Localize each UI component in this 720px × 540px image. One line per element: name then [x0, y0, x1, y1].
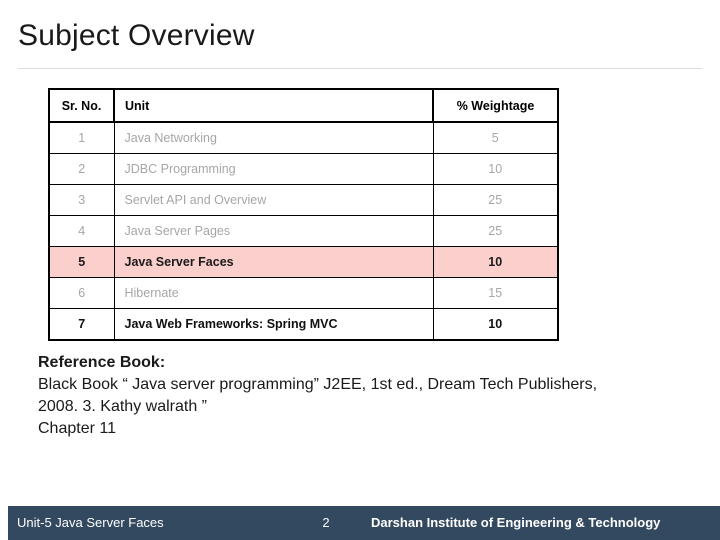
table-header-row: Sr. No. Unit % Weightage [48, 88, 559, 123]
subject-overview-table: Sr. No. Unit % Weightage 1 Java Networkin… [48, 88, 559, 341]
column-header-sr-no: Sr. No. [48, 88, 115, 123]
cell-unit-name: Java Server Faces [113, 246, 434, 278]
cell-weightage: 10 [432, 153, 559, 185]
column-header-weightage: % Weightage [432, 88, 559, 123]
cell-weightage: 15 [432, 277, 559, 309]
cell-weightage: 10 [432, 308, 559, 341]
cell-sr-no: 2 [48, 153, 115, 185]
reference-line-2: 2008. 3. Kathy walrath ” [38, 398, 207, 415]
cell-unit-name: Java Networking [113, 121, 434, 154]
cell-weightage: 5 [432, 121, 559, 154]
footer-page-number: 2 [322, 515, 330, 530]
table-row: 2 JDBC Programming 10 [48, 153, 559, 185]
cell-unit-name: Servlet API and Overview [113, 184, 434, 216]
cell-sr-no: 3 [48, 184, 115, 216]
table-row: 6 Hibernate 15 [48, 277, 559, 309]
cell-sr-no: 4 [48, 215, 115, 247]
cell-unit-name: Java Web Frameworks: Spring MVC [113, 308, 434, 341]
table-body: 1 Java Networking 5 2 JDBC Programming 10 3 Ser… [48, 121, 559, 341]
table-row: 7 Java Web Frameworks: Spring MVC 10 [48, 308, 559, 341]
cell-weightage: 25 [432, 184, 559, 216]
column-header-unit: Unit [113, 88, 434, 123]
cell-sr-no: 6 [48, 277, 115, 309]
table-row: 3 Servlet API and Overview 25 [48, 184, 559, 216]
cell-unit-name: Hibernate [113, 277, 434, 309]
table-row: 5 Java Server Faces 10 [48, 246, 559, 278]
reference-heading: Reference Book: [38, 354, 166, 371]
cell-sr-no: 5 [48, 246, 115, 278]
cell-sr-no: 1 [48, 121, 115, 154]
cell-weightage: 25 [432, 215, 559, 247]
table-row: 1 Java Networking 5 [48, 121, 559, 154]
reference-book-block: Reference Book: Black Book “ Java server… [38, 352, 698, 440]
cell-unit-name: JDBC Programming [113, 153, 434, 185]
page-title: Subject Overview [18, 19, 255, 52]
footer-unit-label: Unit-5 Java Server Faces [17, 515, 164, 530]
slide-footer: Unit-5 Java Server Faces 2 Darshan Insti… [8, 506, 720, 540]
cell-unit-name: Java Server Pages [113, 215, 434, 247]
cell-sr-no: 7 [48, 308, 115, 341]
reference-line-1: Black Book “ Java server programming” J2… [38, 376, 598, 393]
title-divider [18, 68, 702, 69]
reference-line-3: Chapter 11 [38, 420, 116, 437]
cell-weightage: 10 [432, 246, 559, 278]
table-row: 4 Java Server Pages 25 [48, 215, 559, 247]
footer-organization: Darshan Institute of Engineering & Techn… [371, 515, 661, 530]
